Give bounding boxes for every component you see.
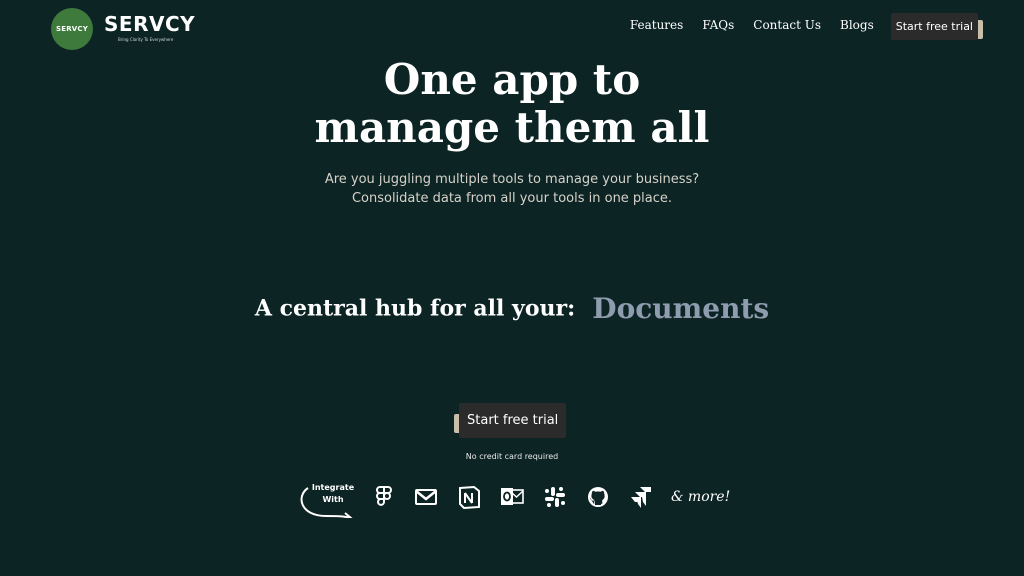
outlook-icon: [501, 488, 524, 505]
nav-start-trial-button[interactable]: Start free trial: [890, 13, 978, 40]
nav-link-contact[interactable]: Contact Us: [753, 18, 821, 32]
brand-name[interactable]: SERVCY: [104, 12, 195, 36]
hero-title-line1: One app to: [383, 55, 641, 104]
logo-badge-text: SERVCY: [55, 25, 89, 33]
no-credit-card-note: No credit card required: [465, 452, 559, 461]
curved-arrow-icon: [300, 487, 353, 518]
logo-badge[interactable]: SERVCY: [51, 8, 93, 50]
hub-label: A central hub for all your:: [254, 295, 576, 322]
and-more-label: & more!: [671, 489, 731, 505]
top-navigation: SERVCY SERVCY Bring Clarity To Everywher…: [0, 0, 1024, 58]
github-icon: [588, 487, 608, 507]
hero-subtitle: Are you juggling multiple tools to manag…: [0, 170, 1024, 208]
gmail-icon: [415, 489, 437, 505]
hero-subtitle-line1: Are you juggling multiple tools to manag…: [324, 172, 700, 187]
nav-cta-wrapper: Start free trial: [890, 13, 983, 40]
integrations-row: Integrate With & more!: [0, 478, 1024, 518]
hero-cta: Start free trial: [454, 403, 567, 438]
jira-icon: [631, 487, 651, 508]
hero-title-line2: manage them all: [314, 103, 710, 152]
central-hub-heading: A central hub for all your: Documents: [0, 292, 1024, 325]
brand-tagline: Bring Clarity To Everywhere: [118, 37, 174, 42]
hero-title: One app to manage them all: [0, 56, 1024, 152]
nav-link-blogs[interactable]: Blogs: [840, 18, 874, 32]
slack-icon: [545, 487, 565, 507]
nav-link-features[interactable]: Features: [630, 18, 683, 32]
nav-link-faqs[interactable]: FAQs: [702, 18, 734, 32]
hero-cta-wrapper: Start free trial: [454, 403, 567, 438]
figma-icon: [376, 486, 392, 506]
notion-icon: [459, 485, 480, 510]
hub-rotating-word: Documents: [592, 292, 770, 325]
nav-links: Features FAQs Contact Us Blogs Start fre…: [611, 13, 983, 40]
hero-start-trial-button[interactable]: Start free trial: [459, 403, 567, 438]
hero-subtitle-line2: Consolidate data from all your tools in …: [351, 191, 673, 206]
